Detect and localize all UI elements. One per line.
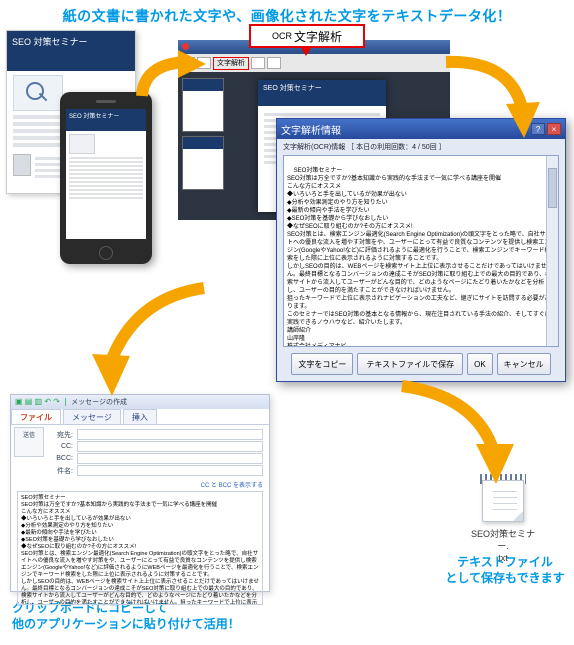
subject-input[interactable] [77,465,263,476]
toolbar-ocr-button[interactable]: 文字解析 [213,57,249,70]
mail-body[interactable]: SEO対策セミナー SEO対策は万全ですか?基本知識から実践的な手法まで一気に学… [17,491,263,605]
tab-insert[interactable]: 挿入 [123,409,157,424]
ocr-result-dialog: 文字解析情報 ? × 文字解析(OCR)情報 ［ 本日の利用回数：4 / 50回… [276,118,566,382]
magnifier-graphic [13,75,63,111]
arrow-icon [86,280,216,400]
paper-title: SEO 対策セミナー [7,31,135,71]
close-icon[interactable]: × [547,123,561,135]
dialog-title: 文字解析情報 [281,122,341,137]
arrow-icon [388,378,518,488]
toolbar-button[interactable] [267,57,281,69]
cc-label: CC: [49,443,73,450]
file-name-1: SEO対策セミナー. [471,529,535,551]
phone-doc-title: SEO 対策セミナー [66,109,146,131]
ok-button[interactable]: OK [467,353,493,375]
headline: 紙の文書に書かれた文字や、画像化された文字をテキストデータ化！ [0,0,574,26]
toolbar-button[interactable] [251,57,265,69]
mail-window: ▣ ▤ ▥ ↶ ↷ ❘ メッセージの作成 ファイル メッセージ 挿入 送信 宛先… [10,394,270,592]
cc-bcc-link[interactable]: CC と BCC を表示する [11,480,269,489]
to-input[interactable] [77,429,263,440]
ocr-text: 文字解析 [294,28,342,45]
bcc-label: BCC: [49,455,73,462]
send-button[interactable]: 送信 [14,427,44,457]
tab-file[interactable]: ファイル [11,409,61,424]
copy-text-button[interactable]: 文字をコピー [291,353,353,375]
file-name-2: txt [498,553,508,563]
ocr-label-box: OCR 文字解析 [249,24,365,48]
home-button[interactable] [99,246,113,260]
mail-window-title: メッセージの作成 [71,399,127,406]
arrow-icon [440,52,540,142]
page-thumbnail[interactable] [182,136,224,190]
save-textfile-button[interactable]: テキストファイルで保存 [357,353,463,375]
ocr-textarea[interactable]: SEO対策セミナー SEO対策は万全ですか?基本知識から実践的な手法まで一気に学… [283,155,559,347]
arrow-icon [136,50,206,120]
to-label: 宛先: [49,430,73,440]
dialog-info-count: ［ 本日の利用回数：4 / 50回 ］ [347,144,445,151]
tab-message[interactable]: メッセージ [63,409,121,424]
cancel-button[interactable]: キャンセル [497,353,551,375]
close-icon[interactable] [182,43,189,50]
editor-page-title: SEO 対策セミナー [258,80,386,106]
bcc-input[interactable] [77,453,263,464]
avatar-thumb [13,154,31,176]
subject-label: 件名: [49,466,73,476]
cc-input[interactable] [77,441,263,452]
ocr-small: OCR [272,31,292,41]
scrollbar[interactable] [546,156,558,346]
editor-toolbar: 文字解析 [178,54,450,72]
dialog-info-prefix: 文字解析(OCR)情報 [283,144,345,151]
